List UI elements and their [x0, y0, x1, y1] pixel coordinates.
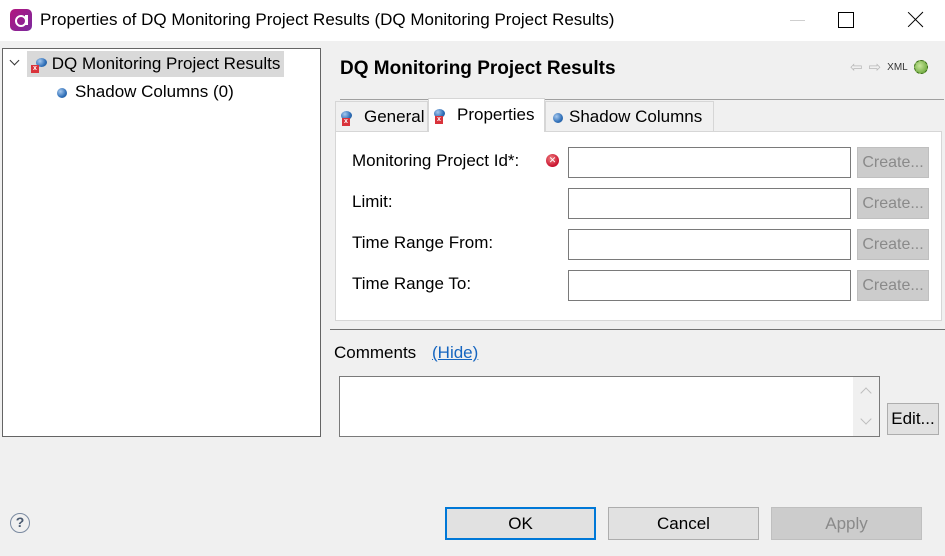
maximize-button[interactable] [822, 0, 868, 41]
create-button[interactable]: Create... [857, 270, 929, 301]
ok-button[interactable]: OK [445, 507, 596, 540]
tab-label: Shadow Columns [569, 107, 703, 126]
time-range-from-input[interactable] [568, 229, 851, 260]
field-label: Time Range To: [352, 274, 472, 293]
create-button[interactable]: Create... [857, 188, 929, 219]
comments-scrollbar[interactable] [853, 377, 879, 436]
xml-button[interactable]: XML [887, 62, 908, 73]
table-error-icon: x [434, 108, 451, 124]
table-error-icon: x [31, 57, 47, 73]
monitoring-project-id-input[interactable] [568, 147, 851, 178]
forward-arrow-icon[interactable]: ⇨ [869, 58, 882, 76]
tree-item-label: DQ Monitoring Project Results [51, 54, 281, 73]
field-row-limit: Limit: Create... [336, 188, 941, 219]
help-icon[interactable]: ? [10, 513, 30, 533]
create-button[interactable]: Create... [857, 147, 929, 178]
cancel-button[interactable]: Cancel [608, 507, 759, 540]
table-error-icon: x [341, 110, 358, 126]
comments-label: Comments [334, 343, 417, 362]
tree-item-label: Shadow Columns (0) [75, 82, 234, 101]
edit-comments-button[interactable]: Edit... [887, 403, 939, 435]
field-label: Time Range From: [352, 233, 494, 252]
tab-general[interactable]: x General [335, 101, 428, 131]
create-button[interactable]: Create... [857, 229, 929, 260]
minimize-button[interactable] [760, 0, 806, 41]
apply-button[interactable]: Apply [771, 507, 922, 540]
tab-label: Properties [457, 105, 535, 124]
time-range-to-input[interactable] [568, 270, 851, 301]
properties-panel: Monitoring Project Id*: ✕ Create... Limi… [335, 131, 942, 321]
error-icon: ✕ [546, 154, 559, 167]
scroll-up-icon[interactable] [860, 387, 872, 399]
field-row-monitoring-project-id: Monitoring Project Id*: ✕ Create... [336, 147, 941, 178]
bug-icon[interactable] [913, 60, 928, 74]
tree-item-project-results[interactable]: x DQ Monitoring Project Results [27, 51, 285, 77]
expand-chevron-icon[interactable] [9, 55, 20, 66]
limit-input[interactable] [568, 188, 851, 219]
tab-label: General [364, 107, 425, 126]
tree-item-shadow-columns[interactable]: Shadow Columns (0) [57, 79, 234, 105]
app-logo-icon [10, 9, 32, 31]
field-row-time-range-from: Time Range From: Create... [336, 229, 941, 260]
comments-textarea[interactable] [339, 376, 880, 437]
column-icon [553, 112, 563, 123]
field-label: Monitoring Project Id*: [352, 151, 520, 170]
field-row-time-range-to: Time Range To: Create... [336, 270, 941, 301]
field-label: Limit: [352, 192, 393, 211]
close-button[interactable] [893, 0, 939, 41]
window-title: Properties of DQ Monitoring Project Resu… [40, 10, 615, 29]
editor-toolbar: ⇦ ⇨ XML [850, 58, 928, 76]
hide-comments-link[interactable]: (Hide) [432, 343, 478, 363]
navigation-tree[interactable]: x DQ Monitoring Project Results Shadow C… [2, 48, 321, 437]
tab-shadow-columns[interactable]: Shadow Columns [545, 101, 714, 131]
column-icon [57, 87, 67, 98]
tab-properties[interactable]: x Properties [428, 98, 545, 132]
title-bar: Properties of DQ Monitoring Project Resu… [0, 0, 945, 41]
editor-title: DQ Monitoring Project Results [340, 58, 616, 79]
section-divider [330, 329, 945, 330]
back-arrow-icon[interactable]: ⇦ [850, 58, 863, 76]
scroll-down-icon[interactable] [860, 413, 872, 425]
